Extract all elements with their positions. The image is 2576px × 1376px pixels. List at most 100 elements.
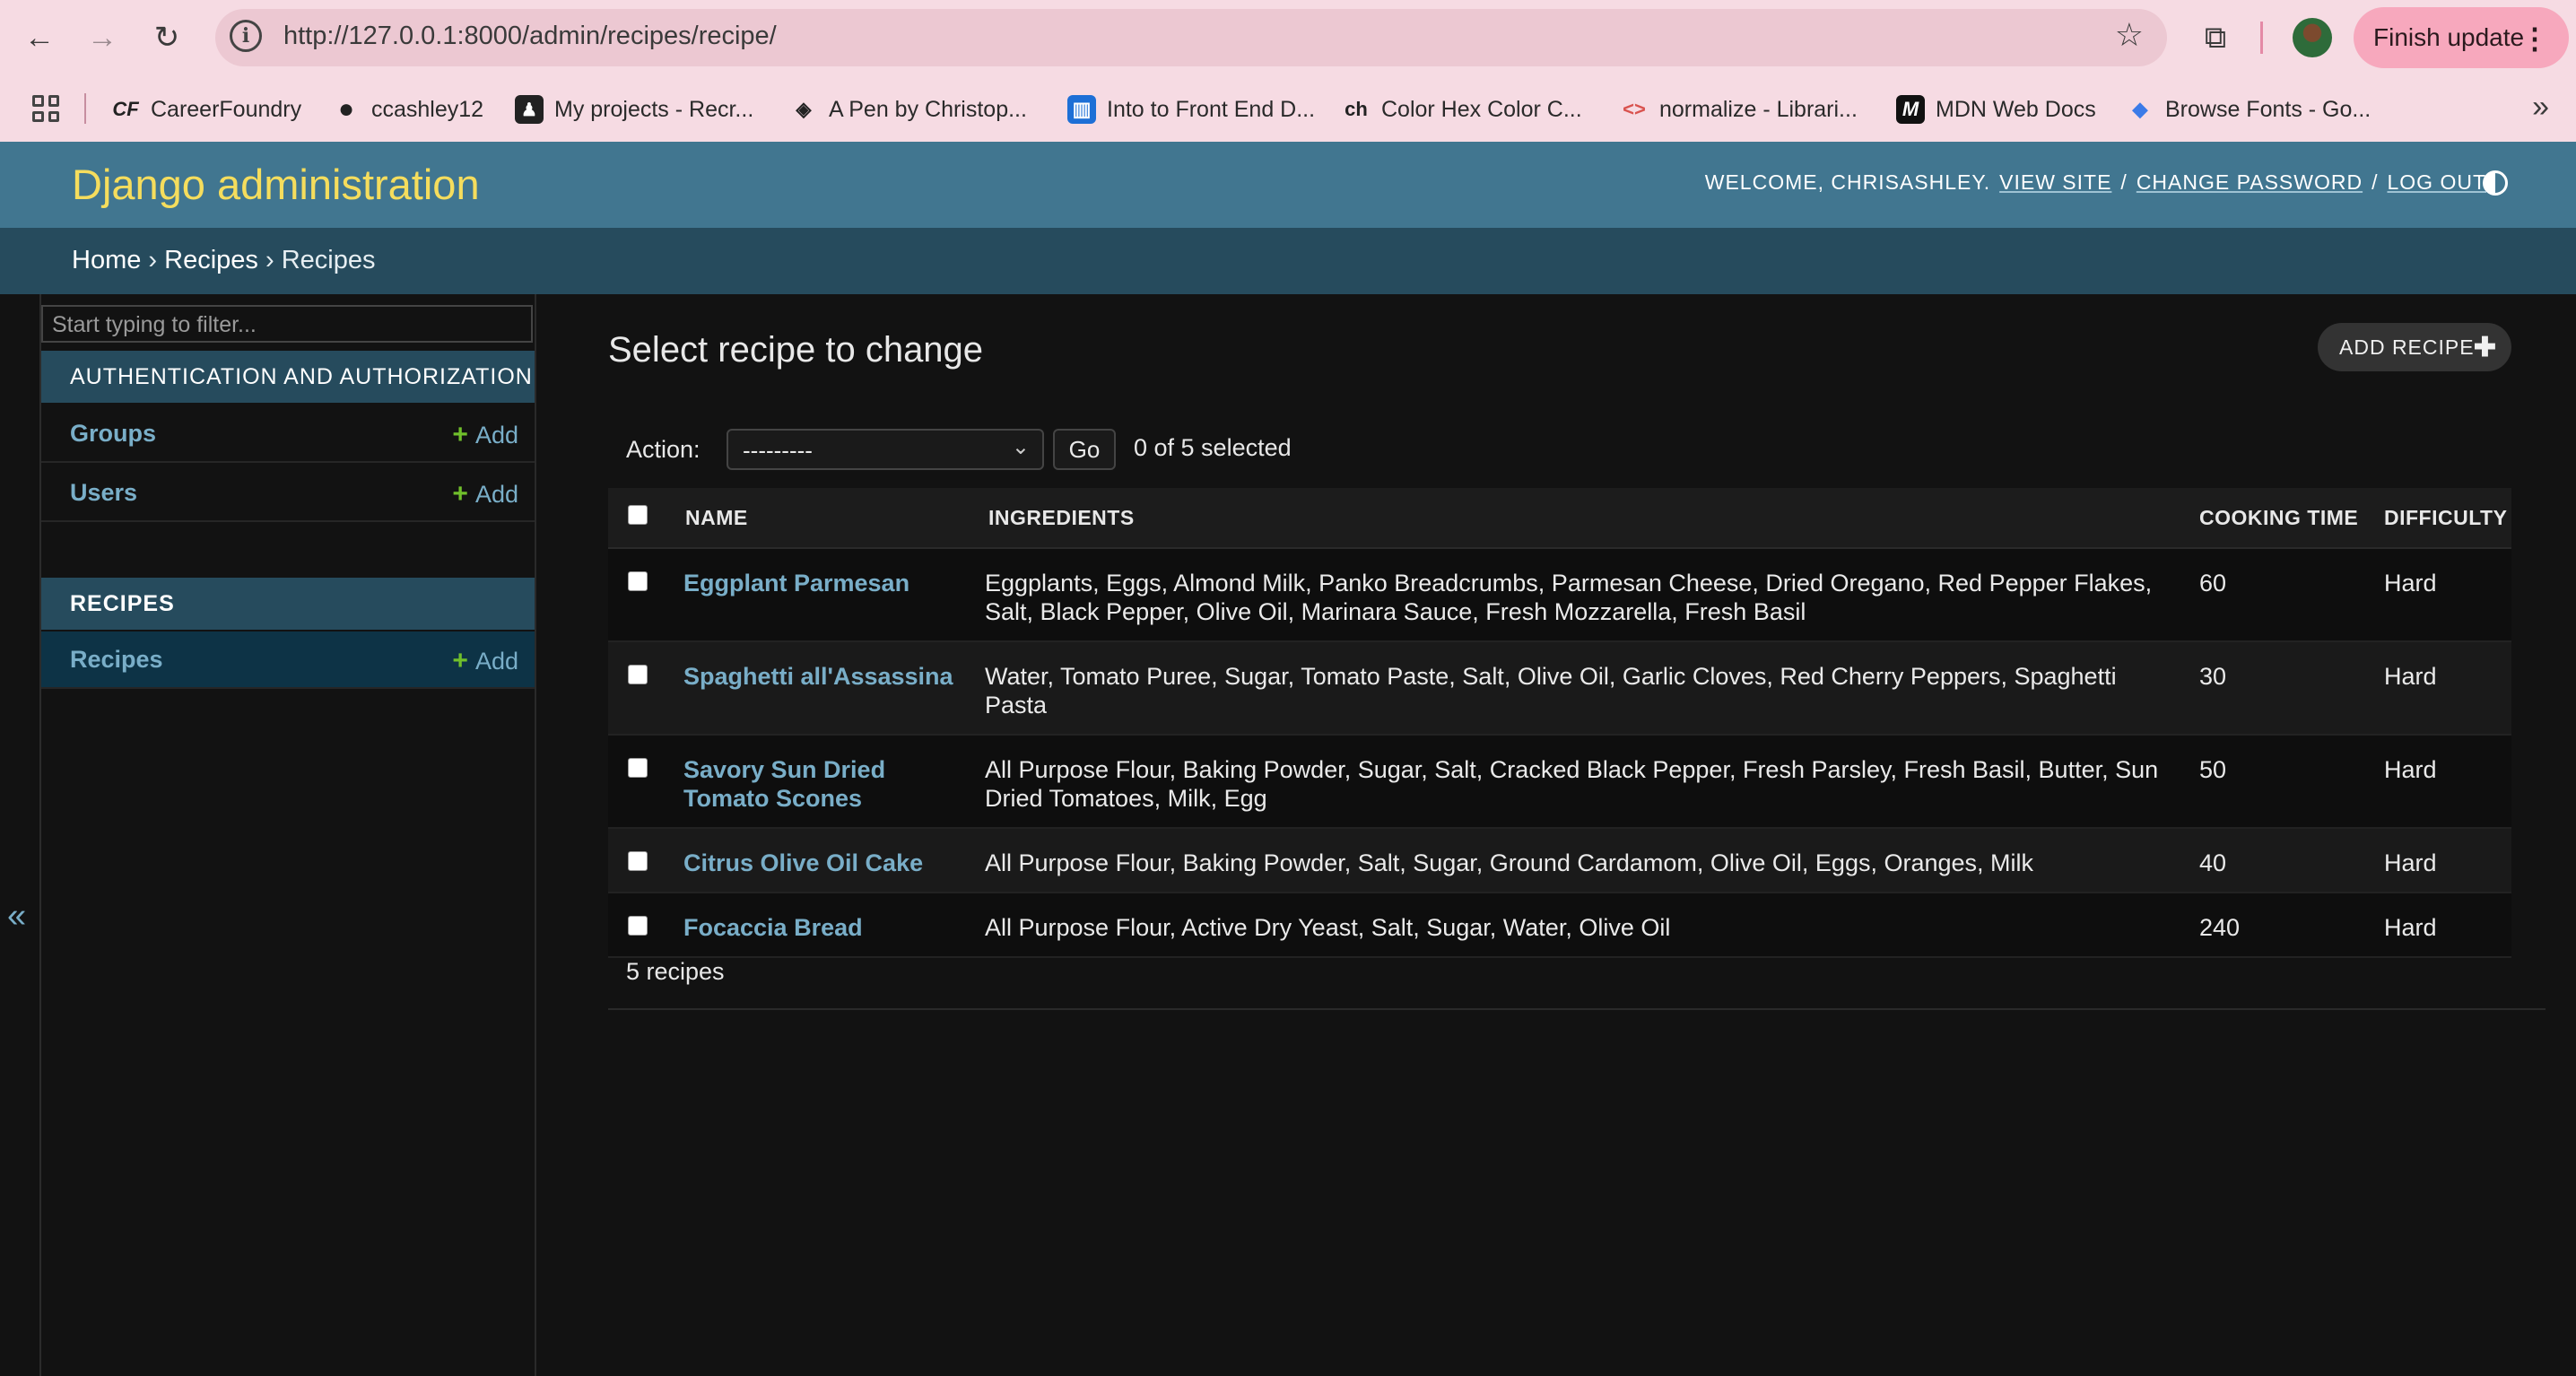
extensions-puzzle-icon[interactable]: ⧉ bbox=[2196, 18, 2235, 57]
ingredients-cell: All Purpose Flour, Baking Powder, Sugar,… bbox=[981, 735, 2192, 829]
bookmark-mdn[interactable]: M MDN Web Docs bbox=[1896, 93, 2096, 126]
ingredients-cell: Water, Tomato Puree, Sugar, Tomato Paste… bbox=[981, 641, 2192, 736]
recipe-name-cell: Savory Sun Dried Tomato Scones bbox=[676, 735, 981, 829]
recipe-link[interactable]: Citrus Olive Oil Cake bbox=[683, 849, 923, 876]
cooking-time-cell: 40 bbox=[2192, 828, 2377, 893]
bookmarks-divider bbox=[84, 93, 86, 124]
log-out-link[interactable]: LOG OUT bbox=[2387, 170, 2486, 195]
select-all-checkbox[interactable] bbox=[628, 505, 648, 525]
table-header-row: NAME INGREDIENTS COOKING TIME DIFFICULTY bbox=[608, 488, 2511, 549]
bookmark-star-icon[interactable]: ☆ bbox=[2115, 16, 2144, 54]
action-label: Action: bbox=[626, 436, 701, 463]
site-info-icon[interactable]: i bbox=[230, 20, 262, 52]
breadcrumb-home[interactable]: Home bbox=[72, 246, 141, 274]
row-select-cell[interactable] bbox=[608, 735, 676, 829]
profile-avatar[interactable] bbox=[2293, 18, 2332, 57]
breadcrumb-app[interactable]: Recipes bbox=[164, 246, 258, 274]
sidebar-item-recipes[interactable]: Recipes + Add bbox=[41, 631, 535, 689]
github-icon: ● bbox=[337, 94, 355, 124]
module-caption-auth[interactable]: AUTHENTICATION AND AUTHORIZATION bbox=[41, 351, 535, 403]
view-site-link[interactable]: VIEW SITE bbox=[1999, 170, 2111, 195]
row-checkbox[interactable] bbox=[628, 851, 648, 871]
bookmark-trello[interactable]: ▥ Into to Front End D... bbox=[1067, 93, 1315, 126]
column-header-name[interactable]: NAME bbox=[676, 488, 981, 549]
column-header-ingredients[interactable]: INGREDIENTS bbox=[981, 488, 2192, 549]
sidebar-item-label[interactable]: Recipes bbox=[70, 646, 163, 674]
difficulty-cell: Hard bbox=[2377, 548, 2511, 642]
plus-icon: + bbox=[452, 420, 468, 449]
paginator: 5 recipes bbox=[608, 931, 2546, 1010]
row-checkbox[interactable] bbox=[628, 665, 648, 684]
ingredients-cell: Eggplants, Eggs, Almond Milk, Panko Brea… bbox=[981, 548, 2192, 642]
sidebar-filter-input[interactable]: Start typing to filter... bbox=[41, 305, 533, 343]
site-branding[interactable]: Django administration bbox=[72, 160, 480, 209]
welcome-text: WELCOME, CHRISASHLEY. bbox=[1704, 170, 1991, 194]
sidebar-item-label[interactable]: Users bbox=[70, 479, 137, 507]
ingredients-cell: All Purpose Flour, Baking Powder, Salt, … bbox=[981, 828, 2192, 893]
bookmark-label: Color Hex Color C... bbox=[1381, 96, 1582, 122]
bookmark-codepen[interactable]: ◈ A Pen by Christop... bbox=[789, 93, 1027, 126]
add-groups-link[interactable]: + Add bbox=[452, 420, 518, 450]
module-caption-recipes[interactable]: RECIPES bbox=[41, 578, 535, 630]
column-header-cooking-time[interactable]: COOKING TIME bbox=[2192, 488, 2377, 549]
address-bar[interactable]: i http://127.0.0.1:8000/admin/recipes/re… bbox=[215, 9, 2167, 66]
google-fonts-icon: ◆ bbox=[2132, 98, 2148, 120]
collapse-sidebar-icon[interactable]: « bbox=[7, 897, 26, 936]
difficulty-cell: Hard bbox=[2377, 735, 2511, 829]
bookmark-normalize[interactable]: <> normalize - Librari... bbox=[1620, 93, 1858, 126]
recipe-link[interactable]: Savory Sun Dried Tomato Scones bbox=[683, 756, 885, 812]
sidebar-item-label[interactable]: Groups bbox=[70, 420, 156, 448]
column-header-difficulty[interactable]: DIFFICULTY bbox=[2377, 488, 2511, 549]
recipe-name-cell: Eggplant Parmesan bbox=[676, 548, 981, 642]
breadcrumb: Home › Recipes › Recipes bbox=[72, 246, 376, 275]
bookmark-label: Browse Fonts - Go... bbox=[2165, 96, 2371, 122]
action-select[interactable]: --------- ⌄ bbox=[727, 429, 1044, 470]
bookmark-label: MDN Web Docs bbox=[1936, 96, 2096, 122]
row-select-cell[interactable] bbox=[608, 641, 676, 736]
select-all-cell[interactable] bbox=[608, 488, 676, 549]
add-recipe-button[interactable]: ADD RECIPE ✚ bbox=[2318, 323, 2511, 371]
theme-toggle-icon[interactable] bbox=[2483, 170, 2508, 196]
difficulty-cell: Hard bbox=[2377, 828, 2511, 893]
breadcrumb-separator: › bbox=[148, 246, 158, 274]
finish-update-button[interactable]: Finish update ⋮ bbox=[2354, 7, 2569, 68]
address-url[interactable]: http://127.0.0.1:8000/admin/recipes/reci… bbox=[283, 22, 777, 51]
recipe-link[interactable]: Spaghetti all'Assassina bbox=[683, 663, 953, 690]
table-row: Spaghetti all'Assassina Water, Tomato Pu… bbox=[608, 641, 2511, 736]
sidebar-item-groups[interactable]: Groups + Add bbox=[41, 405, 535, 463]
reload-icon[interactable]: ↻ bbox=[149, 20, 185, 56]
recipe-name-cell: Spaghetti all'Assassina bbox=[676, 641, 981, 736]
codepen-icon: ◈ bbox=[796, 98, 812, 120]
add-recipes-link[interactable]: + Add bbox=[452, 646, 518, 676]
row-select-cell[interactable] bbox=[608, 828, 676, 893]
row-checkbox[interactable] bbox=[628, 571, 648, 591]
page-title: Select recipe to change bbox=[608, 330, 984, 370]
finish-update-label: Finish update bbox=[2373, 23, 2525, 51]
forward-arrow-icon[interactable]: → bbox=[84, 20, 120, 56]
apps-grid-icon[interactable] bbox=[32, 95, 59, 122]
bookmark-colorhex[interactable]: ch Color Hex Color C... bbox=[1342, 93, 1582, 126]
breadcrumb-current: Recipes bbox=[281, 246, 376, 274]
sidebar-collapse-bar[interactable] bbox=[0, 294, 41, 1376]
breadcrumbs-bar bbox=[0, 228, 2576, 294]
bookmark-my-projects[interactable]: ♟ My projects - Recr... bbox=[515, 93, 753, 126]
toolbar-divider bbox=[2260, 22, 2263, 54]
back-arrow-icon[interactable]: ← bbox=[22, 20, 57, 56]
mdn-icon: M bbox=[1896, 95, 1925, 124]
bookmark-careerfoundry[interactable]: CF CareerFoundry bbox=[111, 93, 301, 126]
breadcrumb-separator: › bbox=[265, 246, 274, 274]
more-bookmarks-chevron-icon[interactable]: » bbox=[2532, 90, 2549, 125]
change-password-link[interactable]: CHANGE PASSWORD bbox=[2137, 170, 2363, 195]
recipe-link[interactable]: Eggplant Parmesan bbox=[683, 570, 909, 597]
add-users-link[interactable]: + Add bbox=[452, 479, 518, 509]
kebab-menu-icon[interactable]: ⋮ bbox=[2520, 22, 2549, 56]
bookmark-google-fonts[interactable]: ◆ Browse Fonts - Go... bbox=[2126, 93, 2371, 126]
sidebar-item-users[interactable]: Users + Add bbox=[41, 465, 535, 522]
row-select-cell[interactable] bbox=[608, 548, 676, 642]
go-button[interactable]: Go bbox=[1053, 429, 1116, 470]
row-checkbox[interactable] bbox=[628, 758, 648, 778]
plus-icon: ✚ bbox=[2473, 333, 2497, 362]
bookmark-github[interactable]: ● ccashley12 bbox=[332, 93, 483, 126]
separator: / bbox=[2371, 170, 2379, 194]
table-row: Eggplant Parmesan Eggplants, Eggs, Almon… bbox=[608, 548, 2511, 642]
